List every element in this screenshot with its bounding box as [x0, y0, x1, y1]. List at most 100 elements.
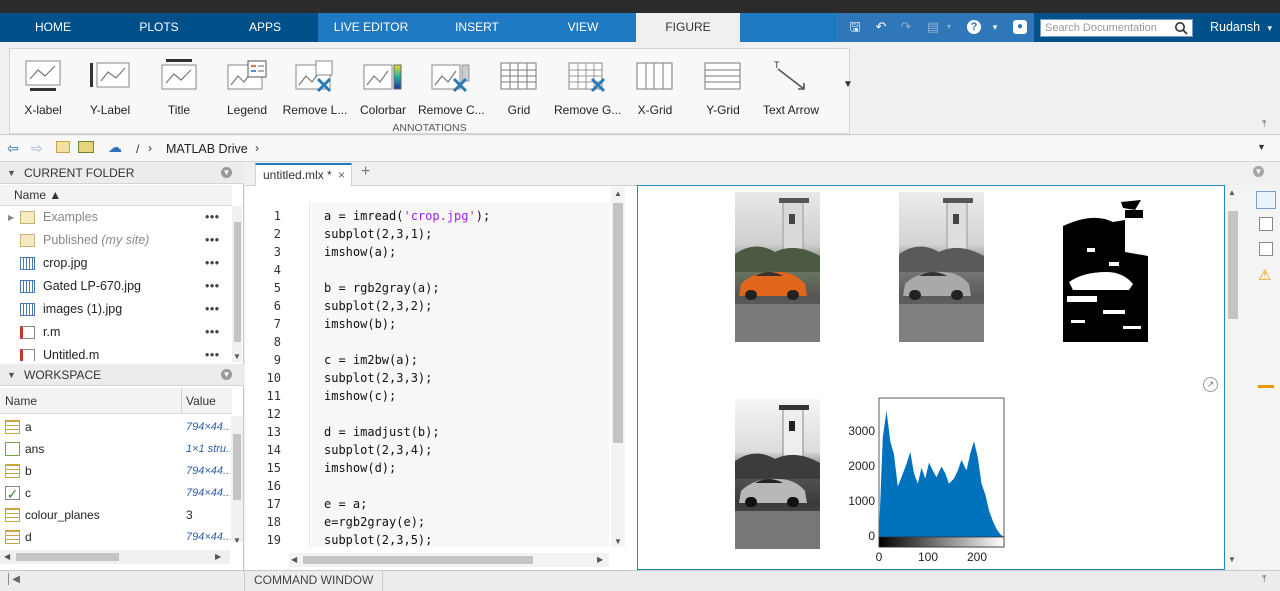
code-line[interactable]: e=rgb2gray(e); — [324, 513, 425, 531]
tab-live-editor[interactable]: LIVE EDITOR — [318, 13, 424, 42]
hscroll-thumb[interactable] — [303, 556, 533, 564]
code-line[interactable]: subplot(2,3,2); — [324, 297, 432, 315]
colorbar-button[interactable]: Colorbar — [350, 55, 416, 117]
tab-insert[interactable]: INSERT — [424, 13, 530, 42]
code-line[interactable]: imshow(b); — [324, 315, 396, 333]
text-view-icon[interactable] — [1259, 242, 1273, 256]
name-column-header[interactable]: Name — [5, 388, 37, 414]
expand-icon[interactable]: ▶ — [8, 206, 14, 229]
more-actions-icon[interactable]: ••• — [205, 298, 220, 321]
browse-folder-icon[interactable] — [78, 141, 94, 153]
code-area[interactable]: 1 a = imread('crop.jpg'); 2 subplot(2,3,1);… — [245, 207, 611, 547]
remove-colorbar-button[interactable]: Remove C... — [418, 55, 485, 117]
workspace-scrollbar-thumb[interactable] — [233, 434, 241, 500]
list-item[interactable]: r.m ••• — [0, 321, 230, 344]
editor-hscrollbar[interactable]: ◀ ▶ — [289, 553, 609, 567]
more-actions-icon[interactable]: ••• — [205, 252, 220, 275]
scroll-up-icon[interactable]: ▲ — [614, 189, 622, 198]
tab-figure[interactable]: FIGURE — [636, 13, 740, 42]
command-window-tab[interactable]: COMMAND WINDOW — [244, 571, 384, 591]
switch-windows-icon[interactable]: ▤ — [926, 20, 940, 34]
remove-legend-button[interactable]: Remove L... — [282, 55, 348, 117]
code-line[interactable]: subplot(2,3,3); — [324, 369, 432, 387]
code-line[interactable]: imshow(a); — [324, 243, 396, 261]
code-line[interactable]: subplot(2,3,5); — [324, 531, 432, 547]
open-figure-icon[interactable]: ↗ — [1203, 377, 1218, 392]
output-vscrollbar[interactable]: ▲ ▼ — [1225, 185, 1239, 570]
remove-grid-button[interactable]: Remove G... — [554, 55, 621, 117]
code-line[interactable]: d = imadjust(b); — [324, 423, 440, 441]
output-right-view-icon[interactable] — [1259, 217, 1273, 231]
collapse-icon[interactable]: ▼ — [7, 162, 16, 184]
user-account-menu[interactable]: Rudansh ▾ — [1210, 13, 1272, 42]
path-root[interactable]: / — [136, 142, 139, 156]
scroll-left-icon[interactable]: ◀ — [4, 552, 10, 561]
scroll-down-icon[interactable]: ▼ — [233, 352, 241, 361]
redo-icon[interactable]: ↷ — [899, 20, 913, 34]
grid-button[interactable]: Grid — [486, 55, 552, 117]
settings-icon[interactable]: ● — [1013, 20, 1027, 34]
scroll-left-icon[interactable]: ◀ — [291, 555, 297, 564]
matlab-drive-cloud-icon[interactable]: ☁ — [108, 139, 122, 156]
scroll-down-icon[interactable]: ▼ — [1228, 555, 1236, 564]
list-item[interactable]: Published (my site) ••• — [0, 229, 230, 252]
scroll-right-icon[interactable]: ▶ — [215, 552, 221, 561]
expand-up-icon[interactable]: ⤒ — [1262, 574, 1266, 585]
back-icon[interactable]: ⇦ — [7, 140, 19, 157]
title-button[interactable]: Title — [146, 55, 212, 117]
code-line[interactable]: b = rgb2gray(a); — [324, 279, 440, 297]
code-line[interactable]: c = im2bw(a); — [324, 351, 418, 369]
scroll-down-icon[interactable]: ▼ — [614, 537, 622, 546]
editor-actions-icon[interactable]: ▼ — [1253, 166, 1264, 177]
value-column-header[interactable]: Value — [186, 388, 216, 414]
code-line[interactable]: subplot(2,3,1); — [324, 225, 432, 243]
subplot-binary-image[interactable] — [1063, 192, 1148, 342]
code-line[interactable]: e = a; — [324, 495, 367, 513]
name-column-header[interactable]: Name ▲ — [0, 185, 232, 206]
output-inline-view-icon[interactable] — [1256, 191, 1276, 209]
warning-icon[interactable]: ⚠ — [1258, 266, 1271, 284]
xgrid-button[interactable]: X-Grid — [622, 55, 688, 117]
help-dropdown-icon[interactable]: ▾ — [988, 20, 1002, 34]
table-row[interactable]: a 794×44... — [0, 416, 230, 438]
table-row[interactable]: colour_planes 3 — [0, 504, 230, 526]
workspace-header[interactable]: ▼ WORKSPACE ▼ — [0, 364, 244, 386]
code-line[interactable]: imshow(d); — [324, 459, 396, 477]
hscroll-thumb[interactable] — [16, 553, 119, 561]
tab-apps[interactable]: APPS — [212, 13, 318, 42]
subplot-adjusted-image[interactable] — [735, 399, 820, 549]
workspace-hscrollbar[interactable]: ◀ ▶ — [0, 550, 230, 564]
xlabel-button[interactable]: X-label — [10, 55, 76, 117]
list-item[interactable]: Untitled.m ••• — [0, 344, 230, 361]
legend-button[interactable]: Legend — [214, 55, 280, 117]
panel-actions-icon[interactable]: ▼ — [221, 369, 232, 380]
list-item[interactable]: Gated LP-670.jpg ••• — [0, 275, 230, 298]
undo-icon[interactable]: ↶ — [874, 20, 888, 34]
expand-left-icon[interactable]: │◀ — [6, 574, 20, 585]
list-item[interactable]: images (1).jpg ••• — [0, 298, 230, 321]
switch-windows-dropdown-icon[interactable]: ▾ — [942, 20, 956, 34]
tab-untitled-mlx[interactable]: untitled.mlx * × — [255, 163, 352, 186]
folder-scrollbar-thumb[interactable] — [234, 222, 241, 342]
help-icon[interactable]: ? — [967, 20, 981, 34]
search-documentation-input[interactable]: Search Documentation — [1040, 19, 1193, 37]
save-icon[interactable]: 🖫 — [848, 20, 862, 34]
list-item[interactable]: ▶ Examples ••• — [0, 206, 230, 229]
ygrid-button[interactable]: Y-Grid — [690, 55, 756, 117]
table-row[interactable]: b 794×44... — [0, 460, 230, 482]
ribbon-more-icon[interactable]: ▼ — [843, 79, 853, 90]
subplot-histogram[interactable]: 0 1000 2000 3000 0 100 200 — [838, 394, 1018, 566]
more-actions-icon[interactable]: ••• — [205, 344, 220, 361]
more-actions-icon[interactable]: ••• — [205, 229, 220, 252]
collapse-ribbon-icon[interactable]: ⤒ — [1262, 119, 1266, 130]
path-history-dropdown-icon[interactable]: ▼ — [1257, 142, 1266, 152]
forward-icon[interactable]: ⇨ — [31, 140, 43, 157]
ylabel-button[interactable]: Y-Label — [77, 55, 143, 117]
close-tab-icon[interactable]: × — [338, 165, 345, 185]
more-actions-icon[interactable]: ••• — [205, 275, 220, 298]
table-row[interactable]: ans 1×1 stru... — [0, 438, 230, 460]
tab-plots[interactable]: PLOTS — [106, 13, 212, 42]
editor-scrollbar-thumb[interactable] — [613, 203, 623, 443]
new-tab-icon[interactable]: + — [361, 163, 370, 181]
table-row[interactable]: d 794×44... — [0, 526, 230, 546]
